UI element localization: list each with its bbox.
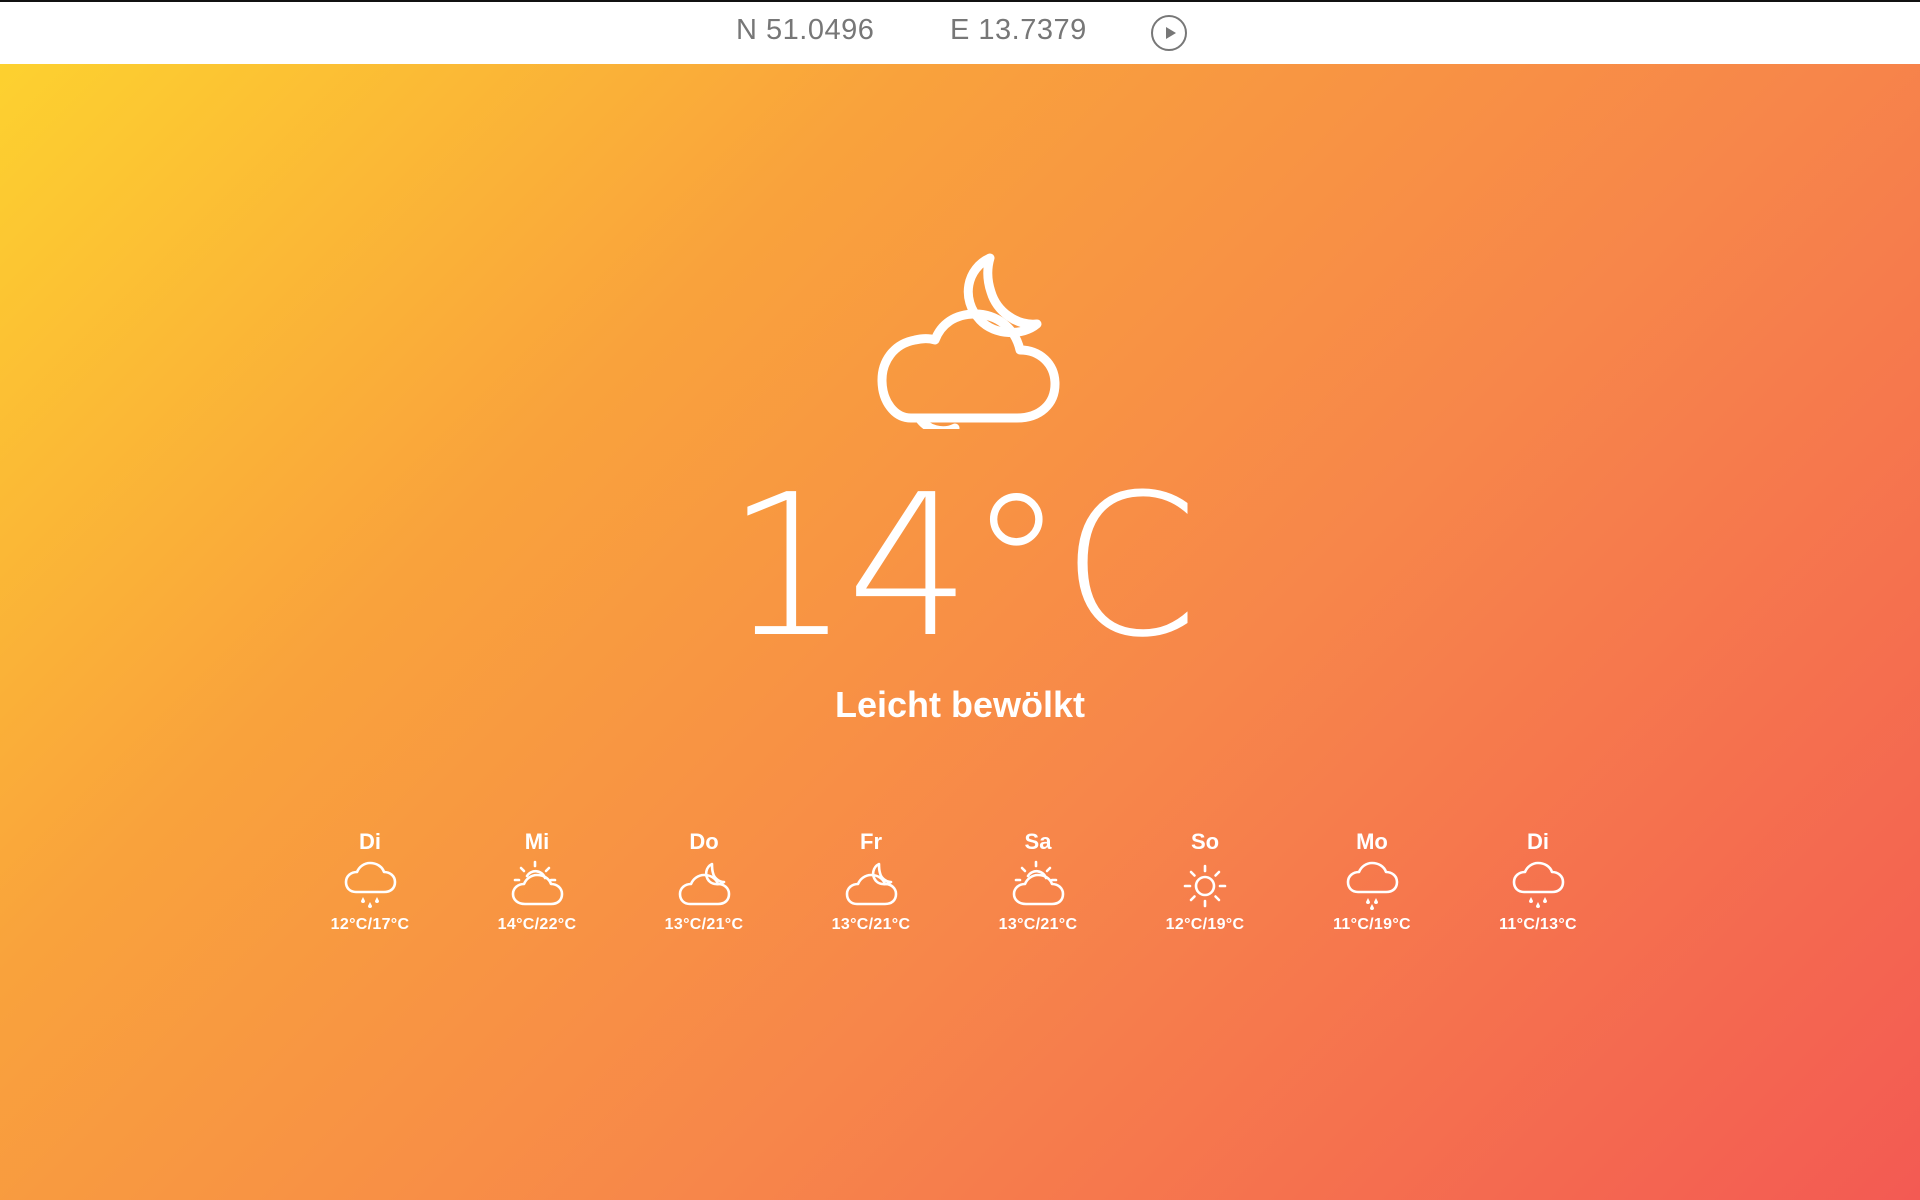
rain-icon: [344, 861, 397, 908]
forecast-day-name: Di: [1527, 829, 1549, 854]
longitude-value: 13.7379: [978, 14, 1087, 46]
latitude-readout: N 51.0496: [736, 14, 874, 47]
play-button[interactable]: [1151, 15, 1187, 51]
cloud-moon-icon: [845, 862, 898, 906]
partly-sunny-icon: [1012, 860, 1065, 906]
forecast-temperature: 12°C/19°C: [1165, 916, 1245, 933]
forecast-day: Di 12°C/17°C: [310, 828, 430, 934]
longitude-prefix: E: [950, 14, 970, 46]
forecast-temperature: 13°C/21°C: [998, 916, 1078, 933]
rain-icon: [1512, 861, 1565, 908]
forecast-temperature: 11°C/13°C: [1499, 916, 1577, 933]
forecast-day-name: Di: [359, 829, 381, 854]
forecast-temperature: 13°C/21°C: [831, 916, 911, 933]
top-bar: N 51.0496 E 13.7379: [0, 0, 1920, 64]
latitude-value: 51.0496: [766, 14, 875, 46]
forecast-temperature: 12°C/17°C: [330, 916, 410, 933]
forecast-day-name: So: [1190, 829, 1220, 854]
forecast-day: Sa 13°C/21°C: [978, 828, 1098, 934]
weather-description: Leicht bewölkt: [834, 684, 1086, 725]
sun-icon: [1183, 864, 1227, 908]
current-temperature: 14°C: [725, 453, 1198, 681]
longitude-readout: E 13.7379: [950, 14, 1087, 47]
forecast-day-name: Fr: [860, 829, 882, 854]
forecast-temperature: 13°C/21°C: [664, 916, 744, 933]
forecast-day: Fr 13°C/21°C: [811, 828, 931, 934]
cloud-moon-icon: [678, 862, 731, 906]
forecast-day-name: Mo: [1356, 829, 1388, 854]
forecast-row: Di 12°C/17°C Mi 14°C/22°C Do 13°C/21°C F…: [310, 828, 1610, 948]
forecast-day: Do 13°C/21°C: [644, 828, 764, 934]
forecast-temperature: 11°C/19°C: [1333, 916, 1411, 933]
forecast-temperature: 14°C/22°C: [497, 916, 577, 933]
latitude-prefix: N: [736, 14, 758, 46]
forecast-day: Di 11°C/13°C: [1478, 828, 1598, 934]
rain-icon: [1346, 861, 1399, 910]
play-icon: [1166, 27, 1176, 39]
cloud-moon-icon: [877, 253, 1060, 429]
forecast-day-name: Mi: [524, 829, 550, 854]
forecast-day-name: Do: [689, 829, 719, 854]
forecast-day: Mo 11°C/19°C: [1312, 828, 1432, 934]
forecast-day: So 12°C/19°C: [1145, 828, 1265, 934]
forecast-day-name: Sa: [1024, 829, 1052, 854]
partly-sunny-icon: [511, 860, 564, 906]
weather-panel: 14°C Leicht bewölkt Di 12°C/17°C Mi 14°C…: [0, 64, 1920, 1200]
forecast-day: Mi 14°C/22°C: [477, 828, 597, 934]
